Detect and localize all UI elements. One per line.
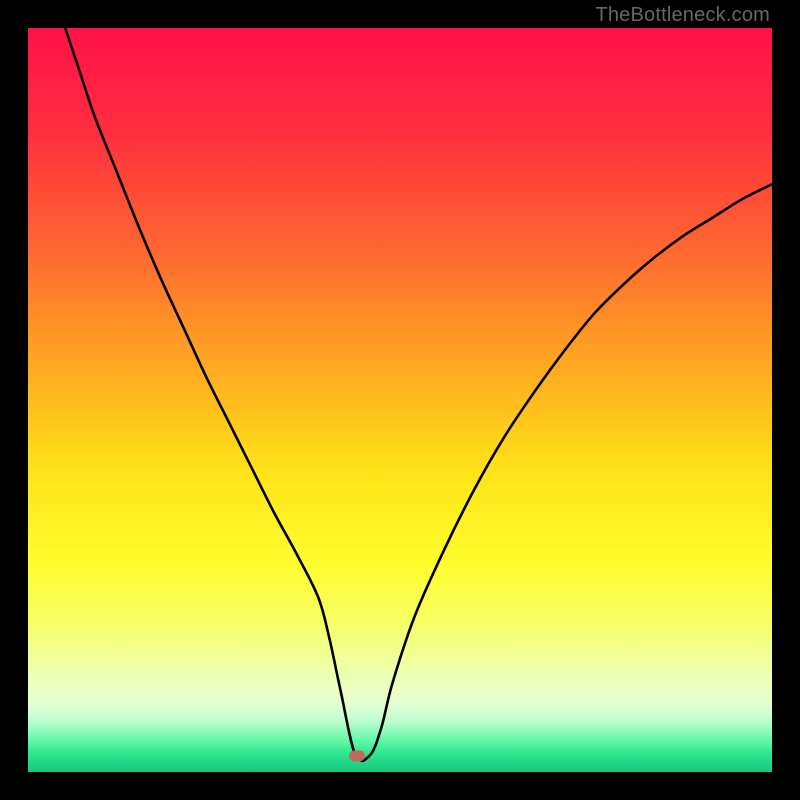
chart-frame: TheBottleneck.com [0,0,800,800]
plot-area [28,28,772,772]
bottleneck-curve [28,28,772,772]
watermark-text: TheBottleneck.com [595,4,770,27]
optimum-marker [349,750,365,761]
